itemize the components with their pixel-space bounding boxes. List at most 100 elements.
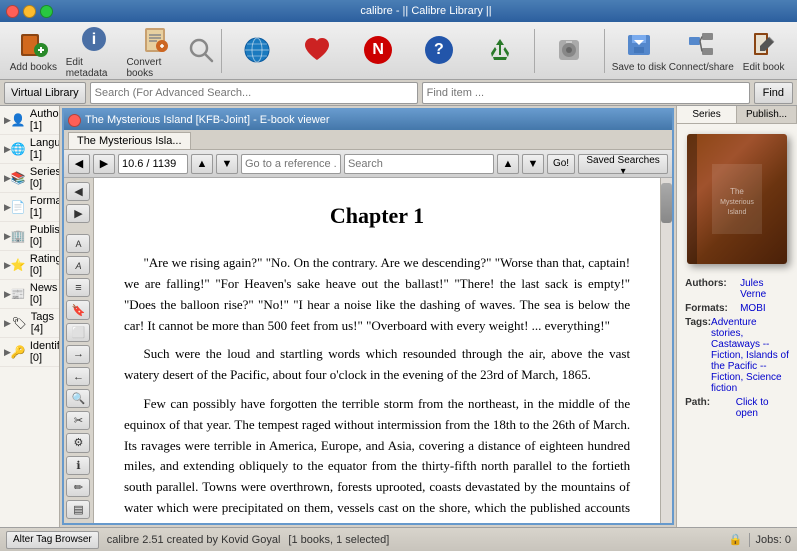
page-input[interactable] [118,154,188,174]
series-icon: 📚 [11,170,26,186]
authors-label: Authors: [685,278,740,300]
search-up-button[interactable]: ▲ [497,154,519,174]
creator-text: calibre 2.51 created by Kovid Goyal [107,534,281,546]
n-icon[interactable]: N [349,25,408,77]
copy-tool[interactable]: ✂ [66,411,90,430]
saved-searches-button[interactable]: Saved Searches ▾ [578,154,668,174]
find-button[interactable]: Find [754,82,793,104]
list-tool[interactable]: ≡ [66,278,90,297]
edit-metadata-icon: i [78,23,110,55]
next-tool[interactable]: → [66,345,90,364]
path-value[interactable]: Click to open [736,397,789,419]
display-settings-tool[interactable]: A [66,234,90,253]
heart-icon[interactable] [288,25,347,77]
sidebar-label: Publisher [0] [30,224,60,248]
toolbar-separator-2 [534,29,535,73]
content-area: ▶ 👤 Authors [1] ▶ 🌐 Languages [1] ▶ 📚 Se… [0,106,797,527]
tab-publish[interactable]: Publish... [737,106,797,123]
formats-value[interactable]: MOBI [740,303,789,314]
settings-tool[interactable]: ⚙ [66,433,90,452]
pen-tool[interactable]: ✏ [66,478,90,497]
viewer-scrollbar[interactable] [660,178,672,523]
sidebar-item-publisher[interactable]: ▶ 🏢 Publisher [0] [0,222,59,251]
recycle-icon[interactable] [470,25,529,77]
close-button[interactable] [6,5,19,18]
left-sidebar: ▶ 👤 Authors [1] ▶ 🌐 Languages [1] ▶ 📚 Se… [0,106,60,527]
sidebar-item-formats[interactable]: ▶ 📄 Formats [1] [0,193,59,222]
expand-arrow: ▶ [4,115,11,126]
search-books-icon[interactable] [186,24,216,76]
expand-arrow: ▶ [4,347,11,358]
search-down-button[interactable]: ▼ [522,154,544,174]
convert-books-button[interactable]: Convert books [125,25,184,77]
toolbar-separator-3 [604,29,605,73]
alter-tag-browser-button[interactable]: Alter Tag Browser [6,531,99,549]
nav-back-tool[interactable]: ◀ [66,182,90,201]
sidebar-item-series[interactable]: ▶ 📚 Series [0] [0,164,59,193]
svg-text:Island: Island [728,209,747,216]
viewer-search-input[interactable] [344,154,494,174]
goto-button[interactable]: Go! [547,154,575,174]
edit-book-icon [748,28,780,60]
tags-value[interactable]: Adventure stories, Castaways -- Fiction,… [711,317,789,394]
search-tool[interactable]: ⬜ [66,323,90,342]
expand-arrow: ▶ [4,173,11,184]
edit-book-button[interactable]: Edit book [734,25,793,77]
layout-tool[interactable]: ▤ [66,500,90,519]
page-up-button[interactable]: ▲ [191,154,213,174]
scrollbar-thumb[interactable] [661,183,672,223]
svg-text:Mysterious: Mysterious [720,199,754,206]
sidebar-item-news[interactable]: ▶ 📰 News [0] [0,280,59,309]
q-icon[interactable]: ? [410,25,469,77]
globe-icon[interactable] [227,25,286,77]
tab-series[interactable]: Series [677,106,737,123]
window-controls[interactable] [6,5,53,18]
convert-books-label: Convert books [126,57,183,79]
minimize-button[interactable] [23,5,36,18]
goto-input[interactable] [241,154,341,174]
paragraph-3: Few can possibly have forgotten the terr… [124,394,630,523]
music-icon[interactable] [540,25,599,77]
authors-value[interactable]: Jules Verne [740,278,789,300]
zoom-tool[interactable]: 🔍 [66,389,90,408]
info-tool[interactable]: ℹ [66,456,90,475]
status-separator [749,533,750,547]
viewer-titlebar: The Mysterious Island [KFB-Joint] - E-bo… [64,110,672,130]
expand-arrow: ▶ [4,260,11,271]
text-settings-tool[interactable]: A [66,256,90,275]
sidebar-item-languages[interactable]: ▶ 🌐 Languages [1] [0,135,59,164]
save-to-disk-button[interactable]: Save to disk [610,25,669,77]
sidebar-item-rating[interactable]: ▶ ⭐ Rating [0] [0,251,59,280]
viewer-close-button[interactable] [68,114,81,127]
edit-metadata-button[interactable]: i Edit metadata [65,25,124,77]
sidebar-item-identifiers[interactable]: ▶ 🔑 Identifiers [0] [0,338,59,367]
nav-fwd-button[interactable]: ▶ [93,154,115,174]
add-books-button[interactable]: Add books [4,25,63,77]
nav-fwd-tool[interactable]: ▶ [66,204,90,223]
sidebar-label: Formats [1] [30,195,60,219]
convert-books-icon [139,23,171,55]
book-tab[interactable]: The Mysterious Isla... [68,132,191,149]
formats-icon: 📄 [11,199,26,215]
maximize-button[interactable] [40,5,53,18]
svg-text:i: i [92,31,96,48]
search-input[interactable] [90,82,418,104]
right-tabs: Series Publish... [677,106,797,124]
svg-text:The: The [730,187,744,196]
viewer-page[interactable]: Chapter 1 "Are we rising again?" "No. On… [94,178,660,523]
connect-share-label: Connect/share [669,62,734,73]
page-down-button[interactable]: ▼ [216,154,238,174]
viewer-title: The Mysterious Island [KFB-Joint] - E-bo… [85,114,330,126]
viewer-content-wrapper: ◀ ▶ A A ≡ 🔖 ⬜ → ← 🔍 ✂ ⚙ ℹ ✏ ▤ Chapter 1 [64,178,672,523]
sidebar-item-authors[interactable]: ▶ 👤 Authors [1] [0,106,59,135]
connect-share-button[interactable]: Connect/share [670,25,732,77]
sidebar-item-tags[interactable]: ▶ 🏷 Tags [4] [0,309,59,338]
prev-tool[interactable]: ← [66,367,90,386]
formats-row: Formats: MOBI [685,303,789,314]
bookmark-tool[interactable]: 🔖 [66,300,90,319]
virtual-library-button[interactable]: Virtual Library [4,82,86,104]
cover-art: The Mysterious Island [707,159,767,239]
nav-back-button[interactable]: ◀ [68,154,90,174]
edit-metadata-label: Edit metadata [66,57,123,79]
find-item-input[interactable] [422,82,750,104]
